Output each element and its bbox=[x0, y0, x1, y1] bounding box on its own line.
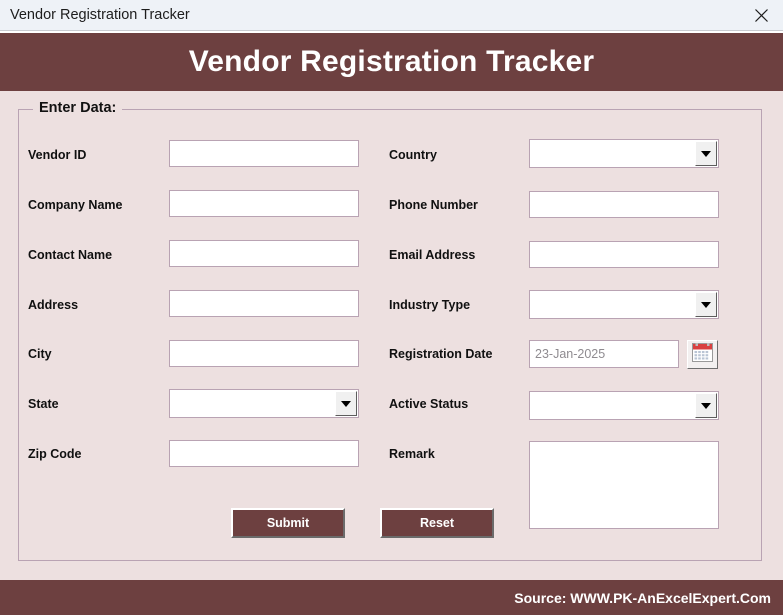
label-remark: Remark bbox=[389, 447, 435, 461]
label-city: City bbox=[28, 347, 52, 361]
chevron-down-icon bbox=[701, 402, 711, 409]
footer-bar: Source: WWW.PK-AnExcelExpert.Com bbox=[0, 580, 783, 615]
industry-type-dropdown-button[interactable] bbox=[695, 292, 717, 317]
form-body: Enter Data: Vendor ID Company Name Conta… bbox=[0, 91, 783, 580]
input-address[interactable] bbox=[170, 291, 358, 316]
label-industry-type: Industry Type bbox=[389, 298, 471, 312]
input-contact-name[interactable] bbox=[170, 241, 358, 266]
chevron-down-icon bbox=[701, 301, 711, 308]
calendar-icon bbox=[692, 342, 713, 367]
close-icon bbox=[754, 8, 769, 23]
chevron-down-icon bbox=[701, 150, 711, 157]
input-remark[interactable] bbox=[530, 442, 718, 528]
footer-source-text: Source: WWW.PK-AnExcelExpert.Com bbox=[514, 589, 771, 606]
input-zip-code[interactable] bbox=[170, 441, 358, 466]
field-registration-date[interactable] bbox=[529, 340, 679, 368]
field-zip-code[interactable] bbox=[169, 440, 359, 467]
page-title: Vendor Registration Tracker bbox=[188, 45, 595, 78]
reset-button[interactable]: Reset bbox=[380, 508, 494, 538]
field-industry-type[interactable] bbox=[529, 290, 719, 319]
field-contact-name[interactable] bbox=[169, 240, 359, 267]
groupbox-legend: Enter Data: bbox=[33, 100, 123, 116]
field-vendor-id[interactable] bbox=[169, 140, 359, 167]
label-country: Country bbox=[389, 148, 437, 162]
country-dropdown-button[interactable] bbox=[695, 141, 717, 166]
window-title: Vendor Registration Tracker bbox=[10, 7, 190, 23]
close-button[interactable] bbox=[739, 0, 783, 30]
input-company-name[interactable] bbox=[170, 191, 358, 216]
label-contact-name: Contact Name bbox=[28, 248, 113, 262]
label-registration-date: Registration Date bbox=[389, 347, 493, 361]
label-active-status: Active Status bbox=[389, 397, 469, 411]
label-address: Address bbox=[28, 298, 79, 312]
input-phone-number[interactable] bbox=[530, 192, 718, 217]
input-email-address[interactable] bbox=[530, 242, 718, 267]
label-zip-code: Zip Code bbox=[28, 447, 82, 461]
date-picker-button[interactable] bbox=[687, 340, 718, 369]
label-vendor-id: Vendor ID bbox=[28, 148, 87, 162]
window-titlebar: Vendor Registration Tracker bbox=[0, 0, 783, 31]
field-email-address[interactable] bbox=[529, 241, 719, 268]
label-company-name: Company Name bbox=[28, 198, 123, 212]
field-remark[interactable] bbox=[529, 441, 719, 529]
label-phone-number: Phone Number bbox=[389, 198, 478, 212]
field-address[interactable] bbox=[169, 290, 359, 317]
field-country[interactable] bbox=[529, 139, 719, 168]
field-active-status[interactable] bbox=[529, 391, 719, 420]
input-registration-date[interactable] bbox=[530, 341, 678, 367]
field-company-name[interactable] bbox=[169, 190, 359, 217]
state-dropdown-button[interactable] bbox=[335, 391, 357, 416]
chevron-down-icon bbox=[341, 400, 351, 407]
field-city[interactable] bbox=[169, 340, 359, 367]
label-state: State bbox=[28, 397, 59, 411]
submit-button[interactable]: Submit bbox=[231, 508, 345, 538]
field-phone-number[interactable] bbox=[529, 191, 719, 218]
field-state[interactable] bbox=[169, 389, 359, 418]
input-vendor-id[interactable] bbox=[170, 141, 358, 166]
input-city[interactable] bbox=[170, 341, 358, 366]
app-banner: Vendor Registration Tracker bbox=[0, 33, 783, 91]
active-status-dropdown-button[interactable] bbox=[695, 393, 717, 418]
label-email-address: Email Address bbox=[389, 248, 476, 262]
